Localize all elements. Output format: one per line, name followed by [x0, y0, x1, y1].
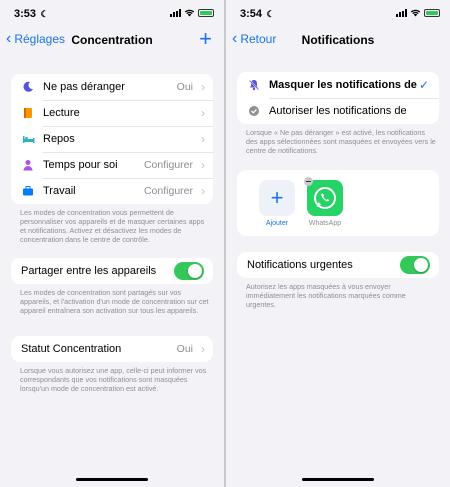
focus-item-value: Configurer: [143, 185, 193, 197]
status-focus-row[interactable]: Statut Concentration Oui ›: [11, 336, 213, 362]
options-footer: Lorsque « Ne pas déranger » est activé, …: [246, 128, 436, 155]
urgent-toggle[interactable]: [400, 256, 430, 274]
home-indicator[interactable]: [76, 478, 148, 481]
urgent-label: Notifications urgentes: [247, 259, 353, 271]
focus-list: Ne pas déranger Oui › Lecture › Repos › …: [11, 74, 213, 204]
status-indicators: [396, 9, 440, 17]
status-focus-group: Statut Concentration Oui ›: [11, 336, 213, 362]
add-app-button[interactable]: +: [259, 180, 295, 216]
right-screen: 3:54 ☾ ‹ Retour Notifications Masquer les…: [226, 0, 450, 487]
status-footer: Lorsque vous autorisez une app, celle-ci…: [20, 366, 207, 393]
add-focus-button[interactable]: +: [199, 28, 212, 50]
focus-item-lecture[interactable]: Lecture ›: [11, 100, 213, 126]
share-row: Partager entre les appareils: [11, 258, 213, 284]
nav-bar: ‹ Retour Notifications: [226, 30, 450, 52]
bell-slash-icon: [247, 78, 261, 92]
focus-footer: Les modes de concentration vous permette…: [20, 208, 205, 244]
moon-icon: [21, 80, 35, 94]
apps-panel: + Ajouter WhatsApp: [237, 170, 439, 236]
chevron-right-icon: ›: [201, 132, 205, 146]
option-label: Masquer les notifications de: [269, 79, 417, 91]
focus-item-value: Oui: [176, 81, 193, 93]
chevron-right-icon: ›: [201, 106, 205, 120]
status-time: 3:54 ☾: [240, 8, 275, 20]
whatsapp-app-icon[interactable]: [307, 180, 343, 216]
focus-item-label: Travail: [43, 185, 76, 197]
chevron-right-icon: ›: [201, 158, 205, 172]
focus-item-temps-pour-soi[interactable]: Temps pour soi Configurer ›: [11, 152, 213, 178]
page-title: Concentration: [71, 33, 153, 47]
option-autoriser[interactable]: Autoriser les notifications de: [237, 98, 439, 124]
bed-icon: [21, 132, 35, 146]
left-screen: 3:53 ☾ ‹ Réglages Concentration + Ne pas …: [0, 0, 224, 487]
share-footer: Les modes de concentration sont partagés…: [20, 288, 209, 315]
status-indicators: [170, 9, 214, 17]
focus-item-label: Repos: [43, 133, 75, 145]
briefcase-icon: [21, 184, 35, 198]
remove-app-button[interactable]: [304, 177, 313, 186]
book-icon: [21, 106, 35, 120]
home-indicator[interactable]: [302, 478, 374, 481]
add-app-label[interactable]: Ajouter: [255, 220, 299, 227]
page-title: Notifications: [301, 33, 375, 47]
focus-item-travail[interactable]: Travail Configurer ›: [11, 178, 213, 204]
moon-status-icon: ☾: [264, 9, 275, 19]
chevron-right-icon: ›: [201, 342, 205, 356]
moon-status-icon: ☾: [38, 9, 49, 19]
option-label: Autoriser les notifications de: [269, 105, 407, 117]
urgent-row: Notifications urgentes: [237, 252, 439, 278]
share-label: Partager entre les appareils: [21, 265, 157, 277]
focus-item-repos[interactable]: Repos ›: [11, 126, 213, 152]
check-badge-icon: [247, 104, 261, 118]
chevron-right-icon: ›: [201, 80, 205, 94]
focus-item-label: Temps pour soi: [43, 159, 118, 171]
nav-bar: ‹ Réglages Concentration +: [0, 28, 224, 52]
status-bar: 3:54 ☾: [226, 0, 450, 26]
notification-options: Masquer les notifications de ✓ Autoriser…: [237, 72, 439, 124]
status-focus-value: Oui: [176, 343, 193, 355]
urgent-group: Notifications urgentes: [237, 252, 439, 278]
focus-item-value: Configurer: [143, 159, 193, 171]
share-group: Partager entre les appareils: [11, 258, 213, 284]
share-toggle[interactable]: [174, 262, 204, 280]
focus-item-label: Ne pas déranger: [43, 81, 125, 93]
option-masquer[interactable]: Masquer les notifications de ✓: [237, 72, 439, 98]
whatsapp-logo-icon: [314, 187, 336, 209]
cellular-icon: [170, 9, 181, 17]
focus-item-label: Lecture: [43, 107, 80, 119]
focus-item-ne-pas-deranger[interactable]: Ne pas déranger Oui ›: [11, 74, 213, 100]
cellular-icon: [396, 9, 407, 17]
person-icon: [21, 158, 35, 172]
battery-icon: [424, 9, 440, 17]
whatsapp-label: WhatsApp: [308, 220, 342, 227]
wifi-icon: [184, 9, 195, 17]
chevron-right-icon: ›: [201, 184, 205, 198]
battery-icon: [198, 9, 214, 17]
plus-icon: +: [270, 185, 284, 210]
checkmark-icon: ✓: [418, 78, 429, 92]
urgent-footer: Autorisez les apps masquées à vous envoy…: [246, 282, 406, 309]
wifi-icon: [410, 9, 421, 17]
status-focus-label: Statut Concentration: [21, 343, 122, 355]
status-bar: 3:53 ☾: [0, 0, 224, 26]
status-time: 3:53 ☾: [14, 8, 49, 20]
